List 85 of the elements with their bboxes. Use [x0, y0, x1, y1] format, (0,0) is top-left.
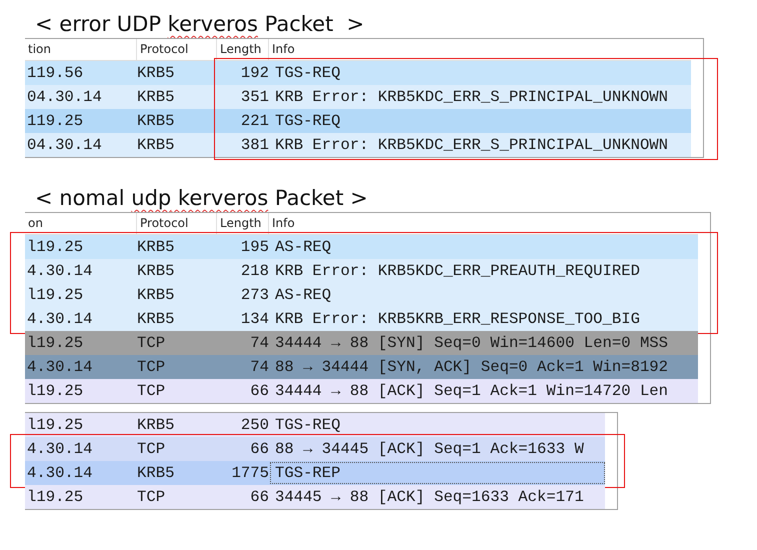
source-cell-text: 119.56	[26, 64, 84, 82]
source-cell-text: l19.25	[26, 334, 84, 352]
info-cell-text: TGS-REQ	[274, 63, 342, 84]
protocol-cell-text: TCP	[137, 440, 166, 458]
column-header[interactable]: tion	[25, 39, 137, 60]
packet-row[interactable]: 4.30.14 KRB5 134 KRB Error: KRB5KRB_ERR_RESPONSE_TOO_BIG	[25, 307, 698, 331]
packet-row[interactable]: l19.25 TCP 66 34445 → 88 [ACK] Seq=1633 Ack=171	[25, 485, 605, 509]
protocol-cell-text: KRB5	[137, 136, 176, 154]
protocol-cell-text: KRB5	[137, 262, 176, 280]
length-cell-text: 74	[249, 334, 269, 352]
info-cell-text: AS-REQ	[274, 285, 332, 306]
info-cell-text: 34444 → 88 [ACK] Seq=1 Ack=1 Win=14720 Len	[274, 381, 670, 402]
source-cell-text: 4.30.14	[26, 358, 94, 376]
protocol-cell-text: KRB5	[137, 88, 176, 106]
info-cell-text: 88 → 34445 [ACK] Seq=1 Ack=1633 W	[274, 439, 585, 460]
length-cell-text: 351	[240, 88, 269, 106]
source-cell-text: 4.30.14	[26, 464, 94, 482]
length-cell-text: 66	[249, 440, 269, 458]
protocol-cell-text: KRB5	[137, 64, 176, 82]
info-cell-text: KRB Error: KRB5KDC_ERR_S_PRINCIPAL_UNKNOWN	[274, 87, 670, 108]
source-cell-text: 4.30.14	[26, 310, 94, 328]
source-cell-text: l19.25	[26, 488, 84, 506]
info-cell-text: KRB Error: KRB5KDC_ERR_PREAUTH_REQUIRED	[274, 261, 641, 282]
length-cell-text: 66	[249, 382, 269, 400]
info-cell-text: KRB Error: KRB5KDC_ERR_S_PRINCIPAL_UNKNOWN	[274, 135, 670, 156]
length-cell-text: 221	[240, 112, 269, 130]
packet-row[interactable]: l19.25 KRB5 273 AS-REQ	[25, 283, 698, 307]
packet-row[interactable]: 04.30.14 KRB5 351 KRB Error: KRB5KDC_ERR_S_PRINCIPAL_UNKNOWN	[25, 85, 691, 109]
section-title: < error UDP kerveros Packet >	[34, 11, 366, 38]
packet-row[interactable]: 119.56 KRB5 192 TGS-REQ	[25, 61, 691, 85]
packet-row[interactable]: 4.30.14 TCP 74 88 → 34444 [SYN, ACK] Seq=0 Ack=1 Win=8192	[25, 355, 698, 379]
length-cell-text: 273	[240, 286, 269, 304]
column-header[interactable]: Info	[269, 39, 691, 60]
source-cell-text: 4.30.14	[26, 262, 94, 280]
column-header[interactable]: Length	[217, 39, 269, 60]
packet-row[interactable]: l19.25 KRB5 195 AS-REQ	[25, 235, 698, 259]
source-cell-text: 4.30.14	[26, 440, 94, 458]
length-cell-text: 250	[240, 416, 269, 434]
protocol-cell-text: TCP	[137, 488, 166, 506]
info-cell-text: 34445 → 88 [ACK] Seq=1633 Ack=171	[274, 487, 585, 508]
length-cell-text: 74	[249, 358, 269, 376]
info-cell-text: TGS-REQ	[274, 111, 342, 132]
protocol-cell-text: KRB5	[137, 112, 176, 130]
protocol-cell-text: TCP	[137, 334, 166, 352]
source-cell-text: 04.30.14	[26, 88, 103, 106]
column-header[interactable]: Protocol	[137, 213, 217, 234]
source-cell-text: 119.25	[26, 112, 84, 130]
section-title: < nomal udp kerveros Packet >	[34, 185, 369, 212]
length-cell-text: 218	[240, 262, 269, 280]
protocol-cell-text: KRB5	[137, 464, 176, 482]
packet-row[interactable]: l19.25 KRB5 250 TGS-REQ	[25, 413, 605, 437]
protocol-cell-text: TCP	[137, 358, 166, 376]
column-header[interactable]: on	[25, 213, 137, 234]
source-cell-text: l19.25	[26, 238, 84, 256]
packet-row[interactable]: 4.30.14 KRB5 1775 TGS-REP	[25, 461, 605, 485]
packet-row[interactable]: 4.30.14 TCP 66 88 → 34445 [ACK] Seq=1 Ack=1633 W	[25, 437, 605, 461]
source-cell-text: l19.25	[26, 286, 84, 304]
info-cell-text: 88 → 34444 [SYN, ACK] Seq=0 Ack=1 Win=8192	[274, 357, 670, 378]
source-cell-text: l19.25	[26, 382, 84, 400]
length-cell-text: 134	[240, 310, 269, 328]
info-cell-text: AS-REQ	[274, 237, 332, 258]
source-cell-text: 04.30.14	[26, 136, 103, 154]
info-cell: TGS-REP	[270, 462, 605, 484]
protocol-cell-text: KRB5	[137, 416, 176, 434]
length-cell-text: 66	[249, 488, 269, 506]
info-cell-text: TGS-REQ	[274, 415, 342, 436]
protocol-cell-text: KRB5	[137, 238, 176, 256]
column-header[interactable]: Info	[269, 213, 698, 234]
length-cell-text: 381	[240, 136, 269, 154]
protocol-cell-text: KRB5	[137, 286, 176, 304]
column-header[interactable]: Protocol	[137, 39, 217, 60]
packet-row[interactable]: 119.25 KRB5 221 TGS-REQ	[25, 109, 691, 133]
packet-row[interactable]: 04.30.14 KRB5 381 KRB Error: KRB5KDC_ERR_S_PRINCIPAL_UNKNOWN	[25, 133, 691, 157]
column-header[interactable]: Length	[217, 213, 269, 234]
info-cell-text: KRB Error: KRB5KRB_ERR_RESPONSE_TOO_BIG	[274, 309, 641, 330]
protocol-cell-text: KRB5	[137, 310, 176, 328]
packet-row[interactable]: l19.25 TCP 66 34444 → 88 [ACK] Seq=1 Ack=1 Win=14720 Len	[25, 379, 698, 403]
length-cell-text: 195	[240, 238, 269, 256]
source-cell-text: l19.25	[26, 416, 84, 434]
packet-row[interactable]: l19.25 TCP 74 34444 → 88 [SYN] Seq=0 Win=14600 Len=0 MSS	[25, 331, 698, 355]
info-cell-text: 34444 → 88 [SYN] Seq=0 Win=14600 Len=0 MSS	[274, 333, 670, 354]
length-cell-text: 192	[240, 64, 269, 82]
packet-row[interactable]: 4.30.14 KRB5 218 KRB Error: KRB5KDC_ERR_PREAUTH_REQUIRED	[25, 259, 698, 283]
length-cell-text: 1775	[230, 464, 269, 482]
protocol-cell-text: TCP	[137, 382, 166, 400]
